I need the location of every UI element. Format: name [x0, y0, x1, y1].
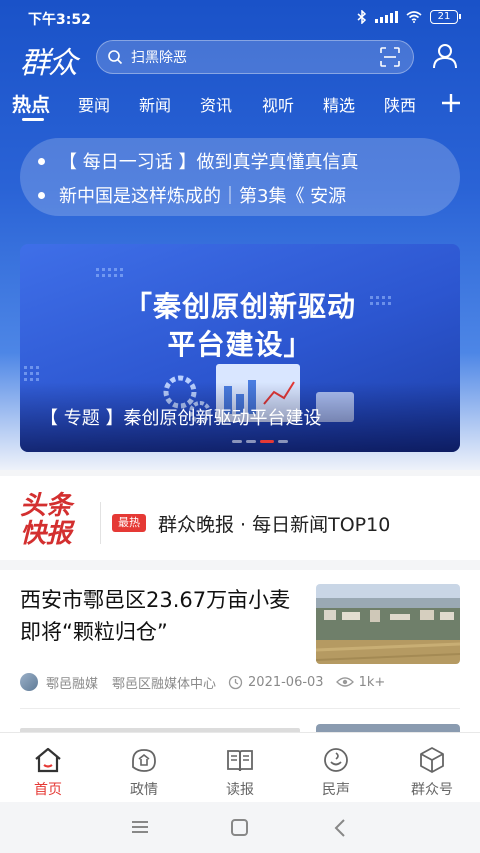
article-source[interactable]: 鄠邑融媒 — [46, 673, 98, 692]
bottom-navigation: 首页 政情 读报 民声 群众号 — [0, 732, 480, 802]
ticker-text: 【 每日一习话 】做到真学真懂真信真 — [59, 152, 359, 173]
battery-icon: 21 — [430, 10, 461, 24]
row-divider — [20, 708, 460, 709]
search-bar[interactable]: 扫黑除恶 — [96, 40, 414, 74]
voice-icon — [324, 748, 348, 772]
nav-read-newspaper[interactable]: 读报 — [192, 733, 288, 803]
banner-title: 「秦创原创新驱动 平台建设」 — [20, 288, 460, 364]
bullet-dot — [38, 157, 45, 165]
article-organization: 鄠邑区融媒体中心 — [112, 676, 217, 692]
headline-bar[interactable]: 头条 快报 最热 群众晚报 · 每日新闻TOP10 — [0, 486, 480, 560]
carousel-indicator — [232, 440, 288, 443]
section-separator — [0, 560, 480, 570]
channel-tabs: 热点 要闻 新闻 资讯 视听 精选 陕西 — [0, 88, 480, 124]
divider — [100, 502, 101, 544]
nav-label: 政情 — [130, 782, 158, 798]
banner-title-line: 「秦创原创新驱动 — [123, 290, 356, 323]
ticker-text: 新中国是这样炼成的｜第3集《 安源 — [59, 186, 347, 207]
bullet-dot — [38, 191, 45, 199]
banner-title-line: 平台建设」 — [167, 328, 313, 361]
nav-public-voice[interactable]: 民声 — [288, 733, 384, 803]
nav-label: 首页 — [34, 782, 62, 798]
newspaper-icon — [227, 750, 253, 772]
hot-badge: 最热 — [112, 514, 146, 532]
nav-politics[interactable]: 政情 — [96, 733, 192, 803]
article-thumbnail — [316, 584, 460, 664]
home-icon — [35, 747, 61, 773]
clock-icon — [228, 675, 243, 689]
carousel-dot — [246, 440, 256, 443]
article-views: 1k+ — [358, 674, 386, 690]
tab-audio-video[interactable]: 视听 — [262, 92, 294, 116]
carousel-dot-active — [260, 440, 274, 443]
app-logo[interactable]: 群众 — [20, 38, 82, 81]
tab-news[interactable]: 新闻 — [139, 92, 171, 116]
banner-caption: 【 专题 】秦创原创新驱动平台建设 — [40, 408, 322, 429]
recent-apps-icon[interactable] — [131, 820, 149, 834]
article-title: 西安市鄠邑区23.67万亩小麦即将“颗粒归仓” — [20, 588, 291, 644]
tab-info[interactable]: 资讯 — [200, 92, 232, 116]
ticker-item[interactable]: 新中国是这样炼成的｜第3集《 安源 — [38, 180, 346, 210]
source-avatar — [20, 673, 38, 691]
tab-featured[interactable]: 精选 — [323, 92, 355, 116]
signal-icon — [375, 11, 398, 23]
cube-icon — [420, 747, 444, 773]
carousel-dot — [232, 440, 242, 443]
user-icon[interactable] — [432, 42, 458, 70]
logo-line: 头条 — [20, 491, 73, 521]
back-icon[interactable] — [334, 819, 346, 837]
wifi-icon — [406, 11, 422, 23]
tab-shaanxi[interactable]: 陕西 — [384, 92, 416, 116]
logo-line: 快报 — [20, 519, 73, 549]
scan-icon[interactable] — [379, 46, 401, 68]
nav-qunzhong-account[interactable]: 群众号 — [384, 733, 480, 803]
bluetooth-icon — [357, 10, 367, 24]
add-channel-icon[interactable] — [440, 92, 462, 114]
search-icon — [108, 50, 123, 65]
article-meta: 鄠邑融媒 鄠邑区融媒体中心 2021-06-03 1k+ — [20, 670, 460, 694]
carousel-dot — [278, 440, 288, 443]
status-icons: 21 — [357, 10, 461, 24]
article-card[interactable]: 西安市鄠邑区23.67万亩小麦即将“颗粒归仓” 鄠邑融媒 鄠邑区融媒体中心 20… — [0, 570, 480, 706]
politics-icon — [132, 749, 156, 772]
status-time: 下午3:52 — [28, 12, 91, 28]
system-navigation-bar — [0, 802, 480, 853]
search-placeholder: 扫黑除恶 — [131, 50, 187, 66]
tab-important-news[interactable]: 要闻 — [78, 92, 110, 116]
ticker-item[interactable]: 【 每日一习话 】做到真学真懂真信真 — [38, 146, 358, 176]
news-ticker: 【 每日一习话 】做到真学真懂真信真 新中国是这样炼成的｜第3集《 安源 — [20, 138, 460, 216]
nav-label: 读报 — [226, 782, 254, 798]
article-date: 2021-06-03 — [248, 674, 324, 690]
views-eye-icon — [335, 677, 354, 687]
status-bar: 下午3:52 21 — [0, 0, 480, 36]
featured-banner[interactable]: 「秦创原创新驱动 平台建设」 【 专题 】秦创原创新驱动平台建设 — [20, 244, 460, 452]
tab-hot[interactable]: 热点 — [12, 90, 50, 117]
active-tab-indicator — [22, 118, 44, 121]
headline-news-logo: 头条 快报 — [20, 492, 86, 552]
headline-text: 群众晚报 · 每日新闻TOP10 — [158, 514, 391, 536]
nav-label: 民声 — [322, 782, 350, 798]
nav-label: 群众号 — [411, 782, 453, 798]
nav-home[interactable]: 首页 — [0, 733, 96, 803]
home-button-icon[interactable] — [231, 819, 248, 836]
